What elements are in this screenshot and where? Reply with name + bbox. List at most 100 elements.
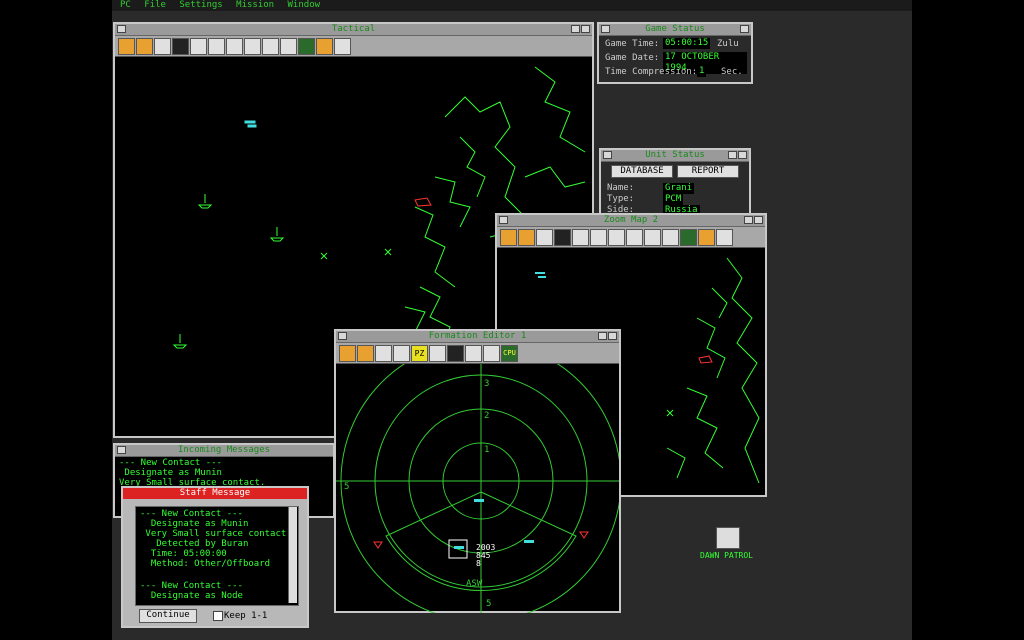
cpu-button[interactable]: CPU [501, 344, 518, 362]
game-time-value: 05:00:15 [663, 38, 711, 49]
menu-bar: PC File Settings Mission Window [112, 0, 912, 11]
minimize-icon[interactable] [744, 216, 753, 224]
staff-line-1: --- New Contact --- [140, 509, 243, 519]
minimize-icon[interactable] [740, 25, 749, 33]
ship-icon[interactable] [626, 228, 643, 246]
ring-label-5-bottom: 5 [486, 599, 491, 609]
menu-settings[interactable]: Settings [179, 0, 222, 10]
magnify-icon[interactable] [154, 37, 171, 55]
pref-icon[interactable] [190, 37, 207, 55]
maximize-icon[interactable] [738, 151, 747, 159]
unit-status-panel[interactable]: Unit Status DATABASE REPORT Name: Grani … [599, 148, 751, 216]
filter-icon[interactable] [554, 228, 571, 246]
dawn-patrol-icon[interactable] [716, 527, 740, 549]
diamond-icon[interactable] [716, 228, 733, 246]
unit-status-title: Unit Status [645, 150, 705, 160]
game-status-panel[interactable]: Game Status Game Time: 05:00:15 Zulu Gam… [597, 22, 753, 84]
sonar-icon[interactable] [447, 344, 464, 362]
formation-editor-window[interactable]: Formation Editor 1 PZ CPU 1 2 3 5 5 ASW … [334, 329, 621, 613]
staff-line-6: Method: Other/Offboard [140, 559, 271, 569]
staff-line-4: Detected by Buran [140, 539, 249, 549]
staff-line-3: Very Small surface contact. [140, 529, 292, 539]
incoming-messages-titlebar[interactable]: Incoming Messages [115, 445, 333, 457]
ship-icon[interactable] [244, 37, 261, 55]
zoom-map-toolbar [497, 227, 765, 248]
keep-label: Keep 1-1 [224, 611, 268, 621]
staff-line-5: Time: 05:00:00 [140, 549, 227, 559]
ring-label-1: 1 [484, 445, 489, 455]
asw-label: ASW [466, 579, 483, 589]
pz-button[interactable]: PZ [411, 344, 428, 362]
unit-status-titlebar[interactable]: Unit Status [601, 150, 749, 162]
zoom-out-icon[interactable] [357, 344, 374, 362]
info-icon[interactable] [644, 228, 661, 246]
minimize-icon[interactable] [571, 25, 580, 33]
zoom-in-icon[interactable] [118, 37, 135, 55]
maximize-icon[interactable] [754, 216, 763, 224]
formation-editor-title: Formation Editor 1 [428, 331, 527, 341]
time-compression-unit: Sec. [721, 67, 743, 77]
game-status-title: Game Status [645, 24, 705, 34]
zoom-map-titlebar[interactable]: Zoom Map 2 [497, 215, 765, 227]
staff-message-dialog[interactable]: Staff Message --- New Contact --- Design… [121, 486, 309, 628]
menu-window[interactable]: Window [288, 0, 321, 10]
database-button[interactable]: DATABASE [611, 165, 673, 178]
sonar-icon[interactable] [680, 228, 697, 246]
time-zone: Zulu [717, 39, 739, 49]
radar-icon[interactable] [226, 37, 243, 55]
weapon-icon[interactable] [662, 228, 679, 246]
tactical-titlebar[interactable]: Tactical [115, 24, 592, 36]
incoming-line-1: --- New Contact --- [119, 458, 222, 468]
pref-icon[interactable] [572, 228, 589, 246]
game-date-label: Game Date: [605, 53, 660, 63]
wave-icon[interactable] [483, 344, 500, 362]
bars-icon[interactable] [698, 228, 715, 246]
zoom-in-icon[interactable] [500, 228, 517, 246]
aircraft-icon[interactable] [208, 37, 225, 55]
menu-mission[interactable]: Mission [236, 0, 274, 10]
weapon-icon[interactable] [280, 37, 297, 55]
radar-icon[interactable] [608, 228, 625, 246]
staff-scrollbar[interactable] [288, 507, 297, 603]
game-status-titlebar[interactable]: Game Status [599, 24, 751, 36]
dawn-patrol-label[interactable]: DAWN PATROL [700, 551, 753, 560]
report-button[interactable]: REPORT [677, 165, 739, 178]
magnify-icon[interactable] [375, 344, 392, 362]
maximize-icon[interactable] [581, 25, 590, 33]
ring-label-5: 5 [344, 482, 349, 492]
keep-checkbox[interactable] [213, 611, 223, 621]
zoom-map-title: Zoom Map 2 [603, 215, 659, 225]
maximize-icon[interactable] [608, 332, 617, 340]
sonar-icon[interactable] [298, 37, 315, 55]
staff-line-9: Designate as Node [140, 591, 243, 601]
info-icon[interactable] [262, 37, 279, 55]
aircraft-icon[interactable] [429, 344, 446, 362]
radar-icon[interactable] [393, 344, 410, 362]
staff-line-8: --- New Contact --- [140, 581, 243, 591]
weapon-icon[interactable] [465, 344, 482, 362]
filter-icon[interactable] [172, 37, 189, 55]
zoom-out-icon[interactable] [136, 37, 153, 55]
formation-toolbar: PZ CPU [336, 343, 619, 364]
aircraft-icon[interactable] [590, 228, 607, 246]
tactical-toolbar [115, 36, 592, 57]
formation-plot[interactable]: 1 2 3 5 5 ASW 2003 845 8 [336, 364, 619, 613]
minimize-icon[interactable] [728, 151, 737, 159]
formation-editor-titlebar[interactable]: Formation Editor 1 [336, 331, 619, 343]
unit-depth: 8 [476, 559, 481, 568]
diamond-icon[interactable] [334, 37, 351, 55]
unit-type-value: PCM [663, 194, 684, 205]
continue-button[interactable]: Continue [139, 609, 197, 623]
staff-line-2: Designate as Munin [140, 519, 249, 529]
magnify-icon[interactable] [536, 228, 553, 246]
menu-pc[interactable]: PC [120, 0, 131, 10]
time-compression-value[interactable]: 1 [697, 66, 707, 77]
incoming-line-2: Designate as Munin [119, 468, 222, 478]
menu-file[interactable]: File [144, 0, 166, 10]
minimize-icon[interactable] [598, 332, 607, 340]
zoom-in-icon[interactable] [339, 344, 356, 362]
staff-message-title: Staff Message [123, 488, 307, 499]
zoom-out-icon[interactable] [518, 228, 535, 246]
bars-icon[interactable] [316, 37, 333, 55]
game-time-label: Game Time: [605, 39, 660, 49]
